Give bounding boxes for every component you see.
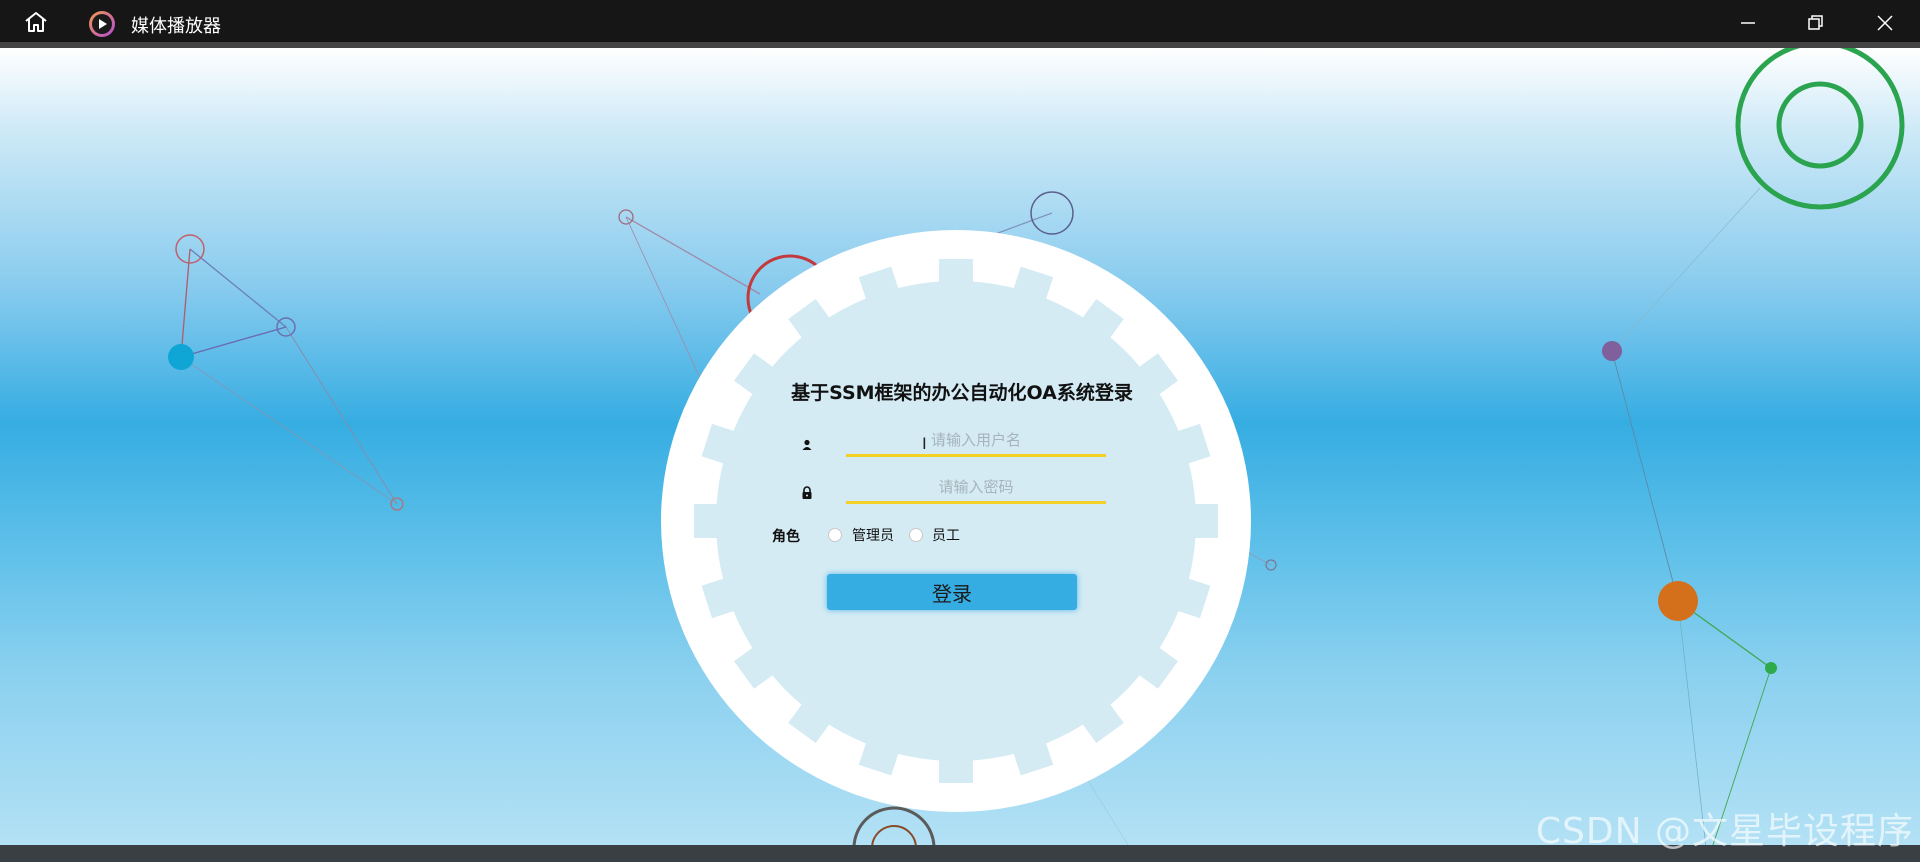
password-input[interactable]: [846, 473, 1106, 504]
lock-icon: [802, 486, 812, 499]
window-title: 媒体播放器: [131, 16, 221, 37]
login-button[interactable]: 登录: [827, 574, 1077, 610]
home-icon[interactable]: [22, 10, 50, 34]
text-cursor-icon: I: [922, 434, 927, 453]
minimize-icon[interactable]: [1733, 8, 1763, 38]
login-title: 基于SSM框架的办公自动化OA系统登录: [791, 382, 1133, 404]
role-admin-radio[interactable]: [828, 528, 842, 542]
close-icon[interactable]: [1870, 8, 1900, 38]
username-input[interactable]: [846, 426, 1106, 457]
role-staff-label[interactable]: 员工: [932, 525, 960, 545]
media-player-icon: [89, 11, 115, 37]
role-admin-label[interactable]: 管理员: [852, 525, 894, 545]
watermark: CSDN @文星毕设程序: [1535, 811, 1914, 852]
role-label: 角色: [772, 529, 800, 545]
role-staff-radio[interactable]: [909, 528, 923, 542]
user-icon: [802, 439, 812, 450]
restore-icon[interactable]: [1800, 8, 1830, 38]
title-bar: 媒体播放器: [0, 0, 1920, 42]
login-gear-panel: [661, 230, 1251, 812]
